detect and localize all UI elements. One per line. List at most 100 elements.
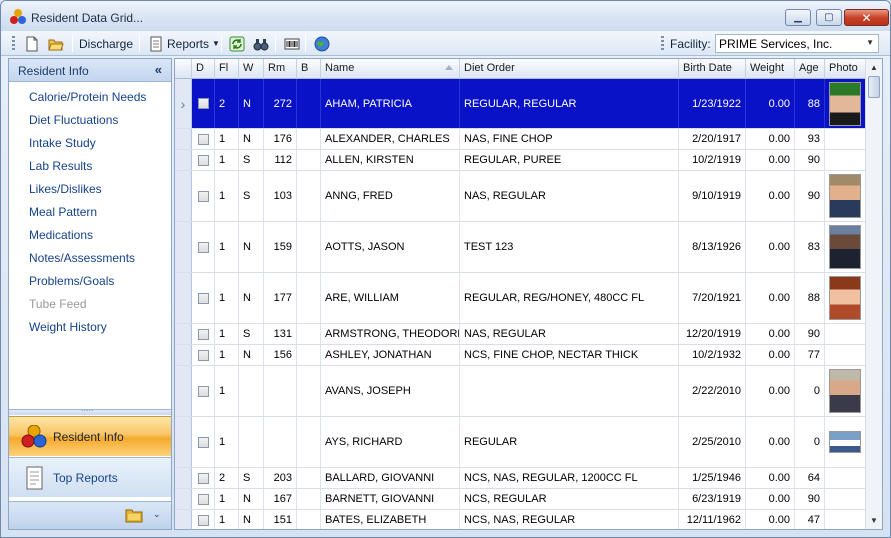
maximize-button[interactable]: ▢ — [816, 9, 842, 26]
column-header-fl[interactable]: Fl — [215, 59, 239, 79]
cell-weight: 0.00 — [746, 468, 795, 488]
sidebar-item-likes-dislikes[interactable]: Likes/Dislikes — [29, 182, 102, 196]
sidebar-item-intake-study[interactable]: Intake Study — [29, 136, 96, 150]
table-row[interactable]: › 2 N 272 AHAM, PATRICIA REGULAR, REGULAR 1/23… — [175, 79, 866, 129]
cell-age: 93 — [795, 129, 825, 149]
scroll-down-icon[interactable]: ▼ — [870, 516, 878, 525]
table-row[interactable]: 1 N 167 BARNETT, GIOVANNI NCS, REGULAR 6/23/1… — [175, 489, 866, 510]
barcode-button[interactable] — [281, 34, 303, 53]
discharge-checkbox[interactable] — [197, 436, 209, 448]
table-row[interactable]: 1 AYS, RICHARD REGULAR 2/25/2010 0.00 0 — [175, 417, 866, 468]
column-header-diet-order[interactable]: Diet Order — [460, 59, 679, 79]
new-button[interactable] — [21, 34, 43, 53]
sidebar-item-weight-history[interactable]: Weight History — [29, 320, 107, 334]
toolbar-grip[interactable] — [661, 36, 664, 51]
column-header-photo[interactable]: Photo — [825, 59, 866, 79]
column-header-rm[interactable]: Rm — [264, 59, 297, 79]
discharge-checkbox[interactable] — [197, 241, 209, 253]
row-indicator[interactable] — [175, 273, 192, 323]
sidebar-item-medications[interactable]: Medications — [29, 228, 93, 242]
web-button[interactable] — [311, 34, 333, 53]
discharge-checkbox[interactable] — [197, 154, 209, 166]
column-header-w[interactable]: W — [239, 59, 264, 79]
row-indicator[interactable] — [175, 324, 192, 344]
discharge-checkbox[interactable] — [197, 514, 209, 526]
column-header-weight[interactable]: Weight — [746, 59, 795, 79]
discharge-checkbox[interactable] — [197, 472, 209, 484]
discharge-checkbox[interactable] — [197, 493, 209, 505]
column-header-d[interactable]: D — [192, 59, 215, 79]
sidebar-item-meal-pattern[interactable]: Meal Pattern — [29, 205, 97, 219]
table-row[interactable]: 1 S 103 ANNG, FRED NAS, REGULAR 9/10/1919 0.00… — [175, 171, 866, 222]
cell-name: BARNETT, GIOVANNI — [321, 489, 460, 509]
row-indicator[interactable]: › — [175, 79, 192, 128]
cell-fl: 1 — [215, 417, 239, 467]
reports-dropdown-button[interactable]: Reports ▼ — [145, 34, 223, 53]
table-row[interactable]: 2 S 203 BALLARD, GIOVANNI NCS, NAS, REGULAR,… — [175, 468, 866, 489]
table-row[interactable]: 1 N 177 ARE, WILLIAM REGULAR, REG/HONEY, 480… — [175, 273, 866, 324]
discharge-checkbox[interactable] — [197, 349, 209, 361]
table-row[interactable]: 1 S 112 ALLEN, KIRSTEN REGULAR, PUREE 10/2/19… — [175, 150, 866, 171]
scroll-thumb[interactable] — [868, 76, 880, 98]
row-indicator[interactable] — [175, 366, 192, 416]
overflow-folder-icon[interactable] — [124, 507, 144, 523]
table-row[interactable]: 1 AVANS, JOSEPH 2/22/2010 0.00 0 — [175, 366, 866, 417]
row-indicator[interactable] — [175, 489, 192, 509]
row-indicator[interactable] — [175, 417, 192, 467]
reports-label: Reports — [167, 36, 210, 51]
close-button[interactable]: ✕ — [844, 9, 889, 26]
sidebar-splitter[interactable] — [9, 403, 171, 415]
column-header-age[interactable]: Age — [795, 59, 825, 79]
vertical-scrollbar[interactable]: ▲ ▼ — [865, 59, 882, 529]
cell-age: 90 — [795, 150, 825, 170]
sidebar-item-lab-results[interactable]: Lab Results — [29, 159, 92, 173]
table-row[interactable]: 1 N 156 ASHLEY, JONATHAN NCS, FINE CHOP, NEC… — [175, 345, 866, 366]
cell-fl: 2 — [215, 79, 239, 128]
column-header-birth-date[interactable]: Birth Date — [679, 59, 746, 79]
toolbar-grip[interactable] — [12, 36, 15, 51]
discharge-button[interactable]: Discharge — [76, 34, 136, 53]
open-button[interactable] — [45, 34, 67, 53]
row-indicator[interactable] — [175, 150, 192, 170]
resident-photo — [829, 81, 861, 126]
row-indicator[interactable] — [175, 345, 192, 365]
table-row[interactable]: 1 S 131 ARMSTRONG, THEODORE NAS, REGULAR 12/2… — [175, 324, 866, 345]
row-indicator[interactable] — [175, 171, 192, 221]
find-button[interactable] — [250, 34, 272, 53]
photo-cell — [825, 129, 866, 149]
discharge-checkbox[interactable] — [197, 98, 209, 109]
sidebar-item-diet-fluctuations[interactable]: Diet Fluctuations — [29, 113, 118, 127]
discharge-checkbox[interactable] — [197, 133, 209, 145]
sidebar-item-calorie-protein-needs[interactable]: Calorie/Protein Needs — [29, 90, 146, 104]
minimize-button[interactable]: ▁ — [785, 9, 811, 26]
discharge-checkbox[interactable] — [197, 190, 209, 202]
app-logo-icon — [10, 9, 26, 25]
nav-top-reports[interactable]: Top Reports — [9, 457, 171, 497]
cell-birth: 12/11/1962 — [679, 510, 746, 529]
column-header-name[interactable]: Name — [321, 59, 460, 79]
cell-rm: 103 — [264, 171, 297, 221]
row-indicator[interactable] — [175, 510, 192, 529]
discharge-checkbox[interactable] — [197, 292, 209, 304]
facility-select[interactable]: PRIME Services, Inc. ▼ — [715, 34, 879, 53]
discharge-checkbox[interactable] — [197, 328, 209, 340]
collapse-icon[interactable]: « — [155, 62, 162, 77]
discharge-checkbox[interactable] — [197, 385, 209, 397]
cell-diet: NAS, REGULAR — [460, 324, 679, 344]
row-indicator[interactable] — [175, 129, 192, 149]
nav-resident-info[interactable]: Resident Info — [9, 416, 171, 456]
sidebar-item-problems-goals[interactable]: Problems/Goals — [29, 274, 114, 288]
sidebar-item-notes-assessments[interactable]: Notes/Assessments — [29, 251, 135, 265]
photo-cell — [825, 489, 866, 509]
table-row[interactable]: 1 N 176 ALEXANDER, CHARLES NAS, FINE CHOP 2/2… — [175, 129, 866, 150]
cell-rm: 272 — [264, 79, 297, 128]
column-header-b[interactable]: B — [297, 59, 321, 79]
chevron-down-icon[interactable]: ⌄ — [153, 509, 161, 520]
table-row[interactable]: 1 N 151 BATES, ELIZABETH NCS, NAS, REGULAR 12… — [175, 510, 866, 529]
row-indicator[interactable] — [175, 468, 192, 488]
scroll-up-icon[interactable]: ▲ — [870, 63, 878, 72]
refresh-button[interactable] — [226, 34, 248, 53]
row-indicator[interactable] — [175, 222, 192, 272]
cell-fl: 1 — [215, 510, 239, 529]
table-row[interactable]: 1 N 159 AOTTS, JASON TEST 123 8/13/1926 0.00 83 — [175, 222, 866, 273]
